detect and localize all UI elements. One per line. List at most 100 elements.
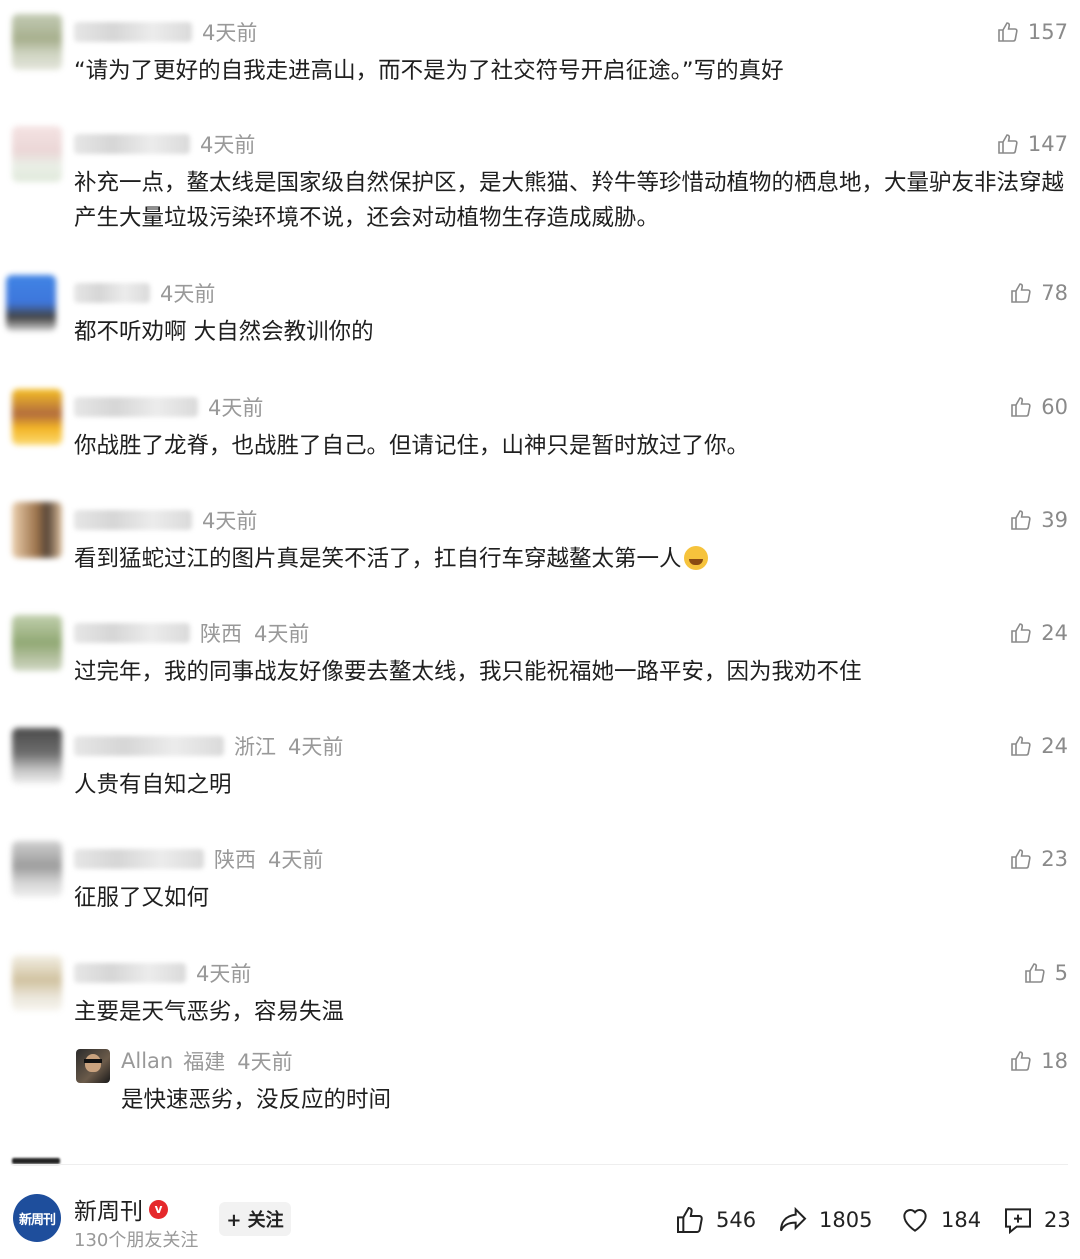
reply-location: 福建	[183, 1050, 226, 1074]
comment-time: 4天前	[288, 735, 344, 759]
laughing-emoji-icon	[683, 546, 708, 570]
avatar[interactable]	[12, 955, 62, 1011]
username[interactable]	[74, 510, 192, 530]
comment-meta: 陕西 4天前	[74, 615, 309, 651]
heart-icon	[903, 1209, 927, 1232]
thumbs-up-icon	[1011, 397, 1031, 417]
username[interactable]	[74, 397, 198, 417]
thumbs-up-icon	[1011, 736, 1031, 756]
like-button[interactable]: 147	[996, 126, 1068, 162]
comment-button[interactable]: 23	[1002, 1202, 1071, 1238]
comment-meta: 浙江 4天前	[74, 728, 343, 764]
comment-meta: 4天前	[74, 389, 263, 425]
avatar[interactable]	[6, 275, 56, 331]
comment-meta: 4天前	[74, 275, 215, 311]
reply-username[interactable]: Allan	[121, 1049, 173, 1073]
follow-button[interactable]: + 关注	[219, 1202, 291, 1236]
comment-time: 4天前	[268, 848, 324, 872]
verified-badge-icon: v	[149, 1199, 168, 1219]
comment-text: 补充一点，鳌太线是国家级自然保护区，是大熊猫、羚牛等珍惜动植物的栖息地，大量驴友…	[74, 170, 1065, 231]
comment-time: 4天前	[196, 962, 252, 986]
account-name-text: 新周刊	[74, 1199, 143, 1225]
thumbs-up-icon	[1011, 1051, 1031, 1071]
comment-meta: 4天前	[74, 126, 255, 162]
followers-text: 130个朋友关注	[74, 1230, 199, 1251]
thumbs-up-icon	[998, 134, 1018, 154]
comment-meta: 4天前	[74, 502, 257, 538]
like-count: 24	[1041, 734, 1068, 758]
like-button[interactable]: 24	[1009, 728, 1068, 764]
like-count: 39	[1041, 508, 1068, 532]
like-button[interactable]: 5	[1023, 955, 1068, 991]
account-logo[interactable]: 新周刊	[13, 1194, 61, 1242]
avatar[interactable]	[12, 502, 62, 558]
avatar[interactable]	[12, 841, 62, 897]
reply-time: 4天前	[237, 1050, 293, 1074]
thumbs-up-icon	[998, 22, 1018, 42]
comment-text: 主要是天气恶劣，容易失温	[74, 999, 345, 1025]
like-count: 147	[1027, 132, 1068, 156]
comment-text: 征服了又如何	[74, 885, 210, 911]
thumbs-up-icon	[1011, 623, 1031, 643]
comment-text: 你战胜了龙脊，也战胜了自己。但请记住，山神只是暂时放过了你。	[74, 433, 750, 459]
share-count: 1805	[819, 1208, 873, 1232]
like-button[interactable]: 39	[1009, 502, 1068, 538]
like-count: 157	[1027, 20, 1068, 44]
share-button[interactable]: 1805	[777, 1202, 872, 1238]
share-icon	[780, 1206, 807, 1232]
thumbs-up-icon	[1011, 849, 1031, 869]
comment-text: 人贵有自知之明	[74, 772, 232, 798]
comment-text: 过完年，我的同事战友好像要去鳌太线，我只能祝福她一路平安，因为我劝不住	[74, 659, 862, 685]
like-button[interactable]: 157	[996, 14, 1068, 50]
username[interactable]	[74, 849, 204, 869]
avatar[interactable]	[12, 615, 62, 671]
favorite-button[interactable]: 184	[899, 1202, 981, 1238]
like-count: 18	[1041, 1049, 1068, 1073]
divider	[12, 1164, 1068, 1165]
comment-meta: 4天前	[74, 14, 257, 50]
username[interactable]	[74, 736, 224, 756]
like-stat-button[interactable]: 546	[674, 1202, 756, 1238]
comment-location: 陕西	[214, 848, 256, 872]
like-button[interactable]: 23	[1009, 841, 1068, 877]
account-name[interactable]: 新周刊 v	[74, 1192, 168, 1226]
username[interactable]	[74, 283, 150, 303]
comment-location: 浙江	[234, 735, 276, 759]
comment-location: 陕西	[200, 622, 242, 646]
comment-time: 4天前	[202, 509, 258, 533]
avatar[interactable]	[76, 1049, 110, 1083]
like-count: 5	[1054, 961, 1068, 985]
username[interactable]	[74, 963, 186, 983]
comment-text: 都不听劝啊 大自然会教训你的	[74, 319, 374, 345]
like-button[interactable]: 18	[1009, 1043, 1068, 1079]
username[interactable]	[74, 22, 192, 42]
comment-icon	[1005, 1208, 1031, 1235]
username[interactable]	[74, 134, 190, 154]
bottom-bar: 新周刊 新周刊 v 130个朋友关注 + 关注 546 1805 184 23	[0, 1180, 1080, 1259]
comment-time: 4天前	[208, 396, 264, 420]
avatar[interactable]	[12, 389, 62, 445]
like-button[interactable]: 60	[1009, 389, 1068, 425]
thumbs-up-icon	[1024, 963, 1045, 983]
username[interactable]	[74, 623, 190, 643]
avatar[interactable]	[12, 14, 62, 70]
comment-time: 4天前	[160, 282, 216, 306]
thumbs-up-icon	[1011, 510, 1031, 530]
avatar[interactable]	[12, 126, 62, 182]
like-count: 24	[1041, 621, 1068, 645]
like-count: 60	[1041, 395, 1068, 419]
comment-text: 看到猛蛇过江的图片真是笑不活了，扛自行车穿越鳌太第一人	[74, 542, 1064, 577]
comment-text-body: 看到猛蛇过江的图片真是笑不活了，扛自行车穿越鳌太第一人	[74, 546, 682, 572]
avatar[interactable]	[12, 728, 62, 784]
like-button[interactable]: 78	[1009, 275, 1068, 311]
comment-meta: 4天前	[74, 955, 251, 991]
thumbs-up-icon	[677, 1206, 703, 1233]
like-count: 23	[1041, 847, 1068, 871]
like-button[interactable]: 24	[1009, 615, 1068, 651]
comment-time: 4天前	[254, 622, 310, 646]
reply-text: 是快速恶劣，没反应的时间	[121, 1087, 392, 1113]
comment-meta: 陕西 4天前	[74, 841, 323, 877]
like-count: 546	[716, 1208, 757, 1232]
reply-meta: Allan 福建 4天前	[121, 1043, 293, 1079]
comment-count: 23	[1044, 1208, 1071, 1232]
